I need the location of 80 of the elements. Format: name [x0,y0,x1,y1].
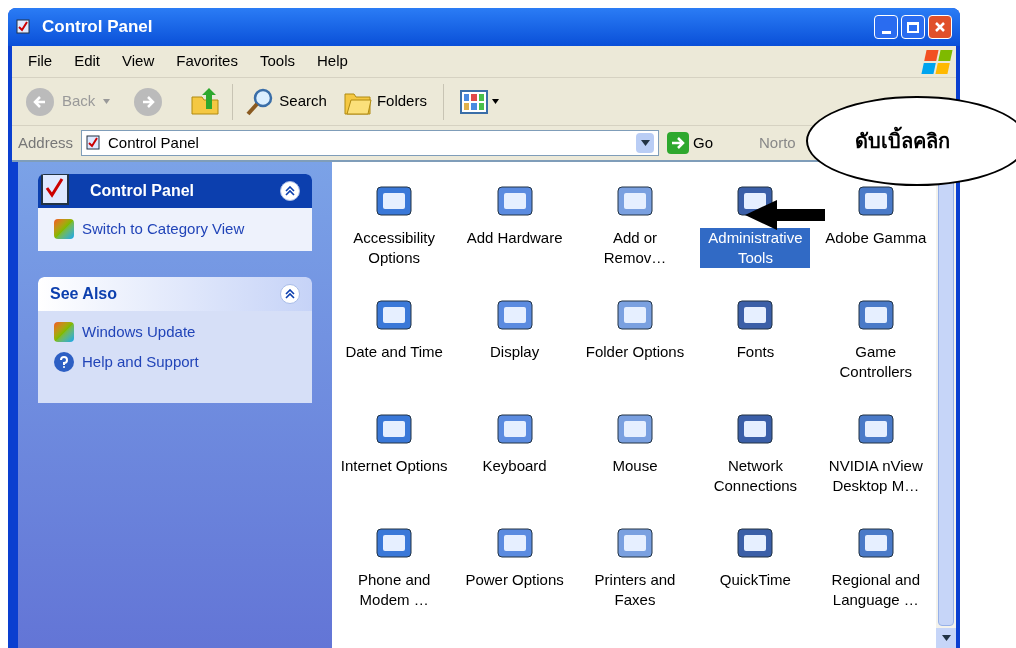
help-icon [54,352,74,373]
up-folder-icon[interactable] [190,86,221,117]
close-icon [934,21,946,33]
item-label: Regional and Language … [830,570,921,610]
item-label: Internet Options [339,456,449,476]
task-link[interactable]: Switch to Category View [82,218,245,241]
item-label: Accessibility Options [352,228,437,268]
item-label: Network Connections [712,456,799,496]
applet-icon [617,186,653,216]
item-label: QuickTime [718,570,792,590]
go-button[interactable]: Go [667,131,738,155]
address-field[interactable]: Control Panel [81,130,660,156]
applet-icon [376,300,413,330]
item-label: Add Hardware [465,228,564,248]
windows-logo-icon [921,49,953,74]
folders-button[interactable]: Folders [342,87,427,116]
task-link[interactable]: Help and Support [82,351,199,374]
item-label: Mouse [611,456,659,476]
applet-icon [617,528,653,558]
address-label: Address [18,132,74,153]
applet-icon [376,528,413,558]
applet-icon [496,300,533,330]
applet-icon [857,186,894,216]
item-label: Phone and Modem … [356,570,432,610]
applet-icon [496,414,533,444]
item-label: Date and Time [344,342,444,362]
collapse-icon[interactable] [280,181,300,201]
applet-icon [857,528,894,558]
maximize-button[interactable] [901,15,925,39]
item-label: Folder Options [584,342,686,362]
callout-text: ดับเบิ้ลคลิก [854,125,950,157]
item-label: Add or Remov… [602,228,668,268]
item-label: Adobe Gamma [824,228,928,248]
panel-title: See Also [50,283,117,304]
menu-item[interactable]: Tools [259,50,295,73]
applet-icon [617,414,653,444]
applet-icon [737,300,774,330]
item-label: Game Controllers [838,342,914,382]
link-icon [54,219,74,240]
menu-item[interactable]: Favorites [176,50,238,73]
item-label: Administrative Tools [700,228,811,268]
close-button[interactable] [928,15,952,39]
views-button[interactable] [459,89,499,114]
caret-icon [941,635,951,641]
task-link[interactable]: Windows Update [82,320,196,343]
item-label: Display [489,342,541,362]
task-panel-header[interactable]: See Also [38,276,312,311]
applet-icon [737,414,774,444]
item-label: Keyboard [481,456,548,476]
applet-icon [737,528,774,558]
applet-icon [857,300,894,330]
item-label: Printers and Faxes [593,570,677,610]
item-label: NVIDIA nView Desktop M… [827,456,924,496]
dropdown-button[interactable] [636,133,655,153]
item-label: Power Options [464,570,565,590]
item-label: Fonts [735,342,776,362]
minimize-button[interactable] [874,15,898,39]
menu-item[interactable]: Edit [74,50,101,73]
back-arrow-icon [33,94,47,109]
applet-icon [857,414,894,444]
applet-icon [376,414,413,444]
menu-item[interactable]: View [122,50,155,73]
menu-item[interactable]: Help [317,50,348,73]
link-icon [54,321,74,342]
caret-icon [640,140,650,146]
forward-arrow-icon [141,94,156,109]
window-title: Control Panel [42,16,153,39]
task-panel-header[interactable]: Control Panel [38,174,312,208]
scroll-down-button[interactable] [936,628,956,648]
go-arrow-icon [671,136,686,150]
applet-icon [496,186,533,216]
caret-icon[interactable] [491,99,499,104]
menu-item[interactable]: File [28,50,53,73]
panel-title: Control Panel [90,181,194,201]
search-button[interactable]: Search [245,86,327,117]
applet-icon [496,528,533,558]
applet-icon [617,300,653,330]
collapse-icon[interactable] [280,283,300,304]
links-label: Norto [759,132,796,153]
applet-icon [376,186,413,216]
